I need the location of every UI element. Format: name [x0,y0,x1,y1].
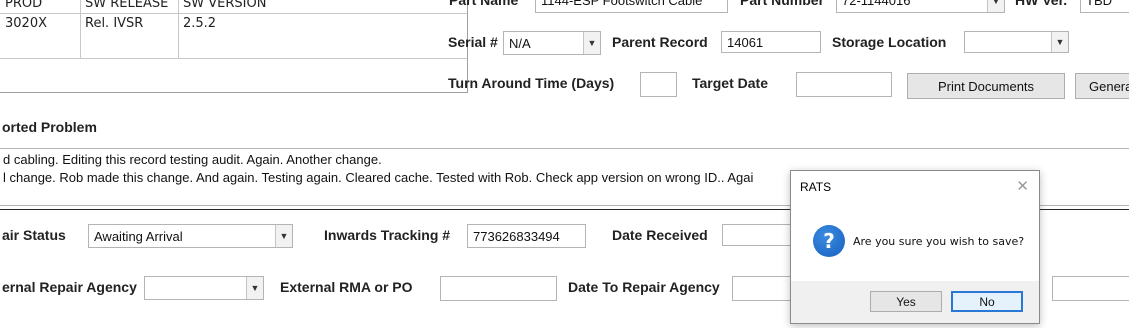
turn-around-time-label: Turn Around Time (Days) [448,75,615,91]
external-repair-agency-label: ernal Repair Agency [2,279,137,295]
part-number-label: Part Number [740,0,825,8]
hw-ver-field[interactable]: TBD [1080,0,1129,13]
turn-around-time-field[interactable] [640,72,677,97]
date-to-repair-agency-label: Date To Repair Agency [568,279,720,295]
dialog-titlebar[interactable]: RATS ✕ [791,171,1039,203]
part-name-field[interactable]: 1144-ESP Footswitch Cable [535,0,728,13]
grid-header-sw-version[interactable]: SW VERSION [183,0,266,14]
question-icon: ? [813,225,845,257]
parent-record-label: Parent Record [612,34,708,50]
storage-location-label: Storage Location [832,34,947,50]
chevron-down-icon[interactable]: ▼ [987,0,1004,12]
serial-label: Serial # [448,34,498,50]
serial-combo[interactable]: N/A ▼ [503,31,601,55]
problem-line: l change. Rob made this change. And agai… [3,170,754,185]
hw-ver-label: HW Ver. [1015,0,1068,8]
save-confirm-dialog[interactable]: RATS ✕ ? Are you sure you wish to save? … [790,170,1040,324]
grid-column-divider [80,0,81,58]
reported-problem-label: orted Problem [2,119,97,135]
chevron-down-icon[interactable]: ▼ [275,225,292,247]
inwards-tracking-field[interactable]: 773626833494 [467,224,586,248]
external-rma-field[interactable] [440,276,557,301]
repair-status-value: Awaiting Arrival [94,229,183,244]
close-icon[interactable]: ✕ [1016,177,1029,195]
storage-location-combo[interactable]: ▼ [964,31,1069,53]
grid-header-prod[interactable]: PROD [5,0,42,14]
grid-header-sw-release[interactable]: SW RELEASE [85,0,168,14]
problem-line: d cabling. Editing this record testing a… [3,152,382,167]
generate-button[interactable]: Genera [1075,73,1129,99]
extra-field[interactable] [1052,276,1129,301]
external-rma-label: External RMA or PO [280,279,413,295]
print-documents-button[interactable]: Print Documents [907,73,1065,99]
dialog-message: Are you sure you wish to save? [853,235,1025,248]
grid-cell-sw-version[interactable]: 2.5.2 [183,16,216,31]
grid-cell-sw-release[interactable]: Rel. IVSR [85,16,143,31]
grid-row-divider [0,58,467,59]
external-repair-agency-combo[interactable]: ▼ [144,276,264,300]
parent-record-field[interactable]: 14061 [721,31,821,53]
date-received-label: Date Received [612,227,708,243]
serial-value: N/A [509,36,531,51]
yes-button[interactable]: Yes [870,291,942,312]
dialog-title: RATS [800,180,832,194]
grid-cell-prod[interactable]: 3020X [5,16,47,31]
chevron-down-icon[interactable]: ▼ [1051,32,1068,52]
target-date-label: Target Date [692,75,768,91]
no-button[interactable]: No [951,291,1023,312]
inwards-tracking-label: Inwards Tracking # [324,227,451,243]
part-number-value: 72-1144016 [842,0,911,8]
repair-status-label: air Status [2,227,66,243]
chevron-down-icon[interactable]: ▼ [246,277,263,299]
part-name-label: Part Name [449,0,519,8]
grid-column-divider [178,0,179,58]
sw-release-grid[interactable]: PROD SW RELEASE SW VERSION 3020X Rel. IV… [0,0,468,93]
part-number-combo[interactable]: 72-1144016 ▼ [836,0,1005,13]
target-date-field[interactable] [796,72,892,97]
repair-status-combo[interactable]: Awaiting Arrival ▼ [88,224,293,248]
dialog-body: ? Are you sure you wish to save? [791,203,1039,281]
chevron-down-icon[interactable]: ▼ [583,32,600,54]
grid-header-divider [0,13,467,14]
